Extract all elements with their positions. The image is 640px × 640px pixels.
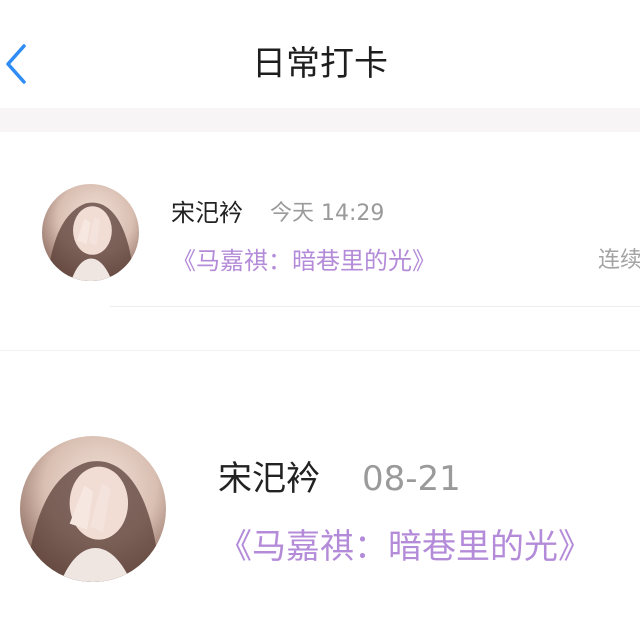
list-item[interactable]: 宋汜衿 08-21 《马嘉祺：暗巷里的光》 (0, 420, 640, 640)
timestamp: 08-21 (362, 459, 461, 499)
divider (110, 306, 640, 307)
top-nav-bar: 日常打卡 (0, 0, 640, 108)
book-title-link[interactable]: 《马嘉祺：暗巷里的光》 (172, 244, 436, 278)
avatar[interactable] (20, 436, 166, 582)
book-title-link[interactable]: 《马嘉祺：暗巷里的光》 (218, 524, 592, 570)
list-item[interactable]: 宋汜衿 今天 14:29 《马嘉祺：暗巷里的光》 连续 (0, 132, 640, 312)
section-divider (0, 350, 640, 351)
streak-label: 连续 (598, 248, 640, 273)
timestamp: 今天 14:29 (270, 201, 385, 226)
section-separator (0, 108, 640, 132)
avatar[interactable] (42, 184, 139, 281)
user-name: 宋汜衿 (218, 459, 320, 499)
user-name: 宋汜衿 (171, 199, 243, 227)
page-title: 日常打卡 (252, 44, 388, 84)
